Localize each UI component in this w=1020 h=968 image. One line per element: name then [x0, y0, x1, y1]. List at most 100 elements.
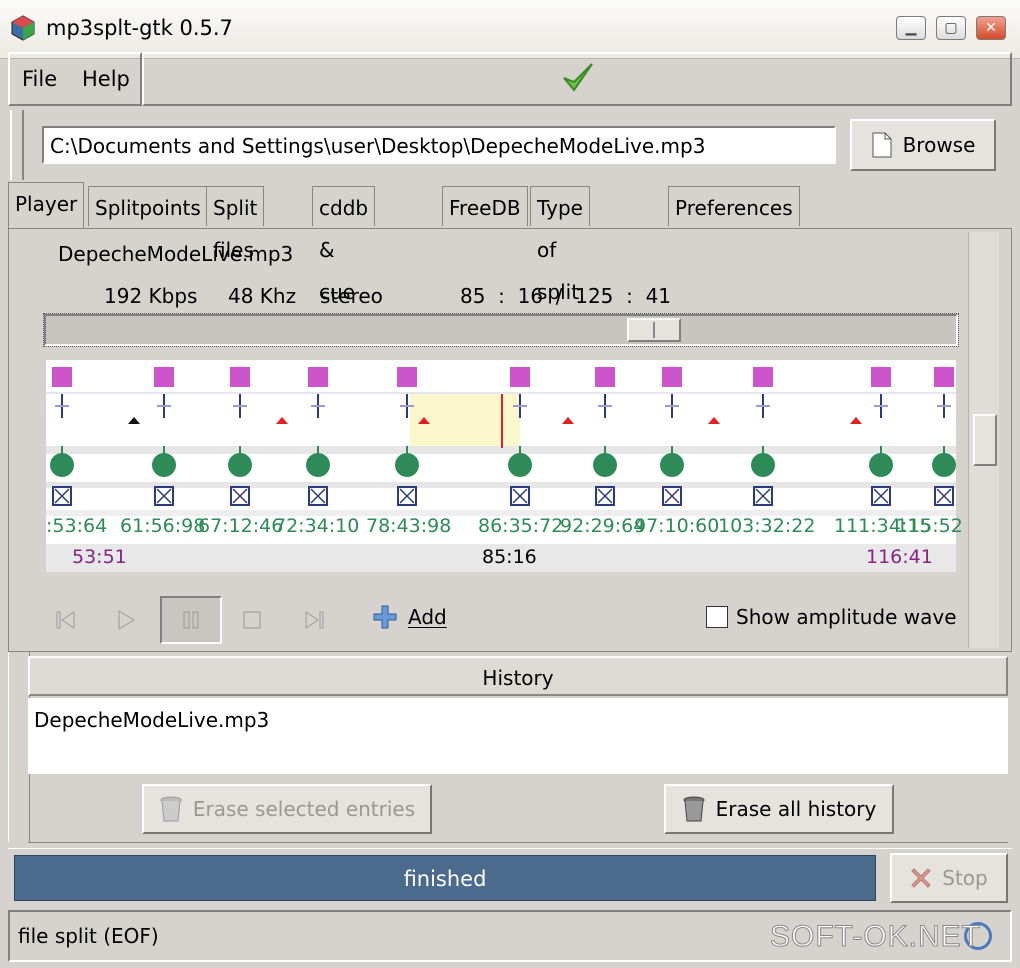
splitpoint-delete[interactable]	[595, 486, 615, 506]
splitpoint-delete[interactable]	[934, 486, 954, 506]
checkmark-icon	[563, 63, 593, 92]
pause-button[interactable]	[160, 596, 222, 644]
title-bar: mp3splt-gtk 0.5.7 ▁ ▢ ✕	[0, 0, 1020, 59]
handle-bar[interactable]	[10, 110, 24, 180]
splitpoint-handle[interactable]	[510, 367, 530, 387]
splitpoint-dot[interactable]	[869, 453, 893, 477]
splitpoint-dot[interactable]	[50, 453, 74, 477]
minimize-button[interactable]: ▁	[896, 16, 926, 40]
scrollbar-thumb[interactable]	[973, 414, 997, 466]
splitpoint-delete[interactable]	[662, 486, 682, 506]
splitpoint-handle[interactable]	[753, 367, 773, 387]
skip-previous-icon	[56, 611, 75, 629]
seek-thumb[interactable]	[627, 318, 681, 342]
plus-icon	[373, 605, 397, 629]
splitpoint-delete[interactable]	[397, 486, 417, 506]
splitpoint-time-label: 103:32:22	[718, 515, 816, 537]
tab-cddb-cue[interactable]: cddb & cue	[312, 186, 376, 304]
window-title: mp3splt-gtk 0.5.7	[46, 16, 233, 40]
splitpoint-tick[interactable]	[937, 405, 951, 407]
seek-bar[interactable]	[43, 313, 959, 347]
player-scrollbar[interactable]	[968, 232, 999, 648]
splitpoint-time-label: 86:35:72	[478, 515, 564, 537]
splitpoint-handle[interactable]	[934, 367, 954, 387]
splitpoint-time-label: 97:10:60	[634, 515, 720, 537]
splitpoint-tick[interactable]	[55, 405, 69, 407]
next-button[interactable]	[284, 596, 344, 644]
current-time-label: 85:16	[482, 546, 537, 568]
splitpoint-dot[interactable]	[660, 453, 684, 477]
splitpoint-handle[interactable]	[308, 367, 328, 387]
play-button[interactable]	[96, 596, 156, 644]
splitpoint-dot[interactable]	[508, 453, 532, 477]
amplitude-checkbox[interactable]	[706, 606, 728, 628]
splitpoint-tick[interactable]	[756, 405, 770, 407]
splitpoint-time-label: 72:34:10	[274, 515, 360, 537]
document-icon	[872, 132, 892, 158]
tab-split-files[interactable]: Split files	[206, 186, 265, 262]
add-splitpoint-button[interactable]: Add	[372, 604, 447, 630]
tab-splitpoints[interactable]: Splitpoints	[88, 186, 208, 226]
splitpoint-tick[interactable]	[513, 405, 527, 407]
splitpoint-delete[interactable]	[753, 486, 773, 506]
splitpoint-handle[interactable]	[154, 367, 174, 387]
erase-all-label: Erase all history	[715, 797, 877, 821]
splitpoint-dot[interactable]	[395, 453, 419, 477]
maximize-button[interactable]: ▢	[936, 16, 966, 40]
erase-all-history-button[interactable]: Erase all history	[664, 784, 894, 834]
amplitude-label: Show amplitude wave	[736, 605, 957, 629]
splitpoint-tick[interactable]	[400, 405, 414, 407]
menu-help[interactable]: Help	[82, 67, 130, 91]
erase-selected-button[interactable]: Erase selected entries	[142, 784, 432, 834]
browse-button[interactable]: Browse	[850, 119, 996, 171]
splitpoint-tick[interactable]	[874, 405, 888, 407]
history-header[interactable]: History	[28, 656, 1008, 696]
splitpoint-handle[interactable]	[230, 367, 250, 387]
splitpoint-delete[interactable]	[230, 486, 250, 506]
splitpoint-handle[interactable]	[397, 367, 417, 387]
status-text: file split (EOF)	[18, 924, 159, 948]
app-icon	[11, 15, 35, 41]
splitpoint-delete[interactable]	[52, 486, 72, 506]
file-path-input[interactable]: C:\Documents and Settings\user\Desktop\D…	[42, 126, 836, 164]
splitpoints-timeline[interactable]: 53:51 85:16 116:41 :53:64 61:56:98 67:12:4…	[46, 360, 963, 572]
splitpoint-tick[interactable]	[233, 405, 247, 407]
splitpoint-dot[interactable]	[152, 453, 176, 477]
stop-button[interactable]: Stop	[890, 853, 1008, 903]
splitpoint-tick[interactable]	[311, 405, 325, 407]
splitpoint-tick[interactable]	[598, 405, 612, 407]
splitpoint-handle[interactable]	[595, 367, 615, 387]
menu-file[interactable]: File	[22, 67, 57, 91]
previous-button[interactable]	[36, 596, 96, 644]
player-filename: DepecheModeLive.mp3	[58, 242, 294, 266]
splitpoint-delete[interactable]	[308, 486, 328, 506]
stop-play-button[interactable]	[222, 596, 282, 644]
tab-player[interactable]: Player	[8, 182, 85, 228]
splitpoint-handle[interactable]	[52, 367, 72, 387]
splitpoint-delete[interactable]	[510, 486, 530, 506]
splitpoint-dot[interactable]	[228, 453, 252, 477]
play-icon	[118, 610, 135, 630]
stop-label: Stop	[942, 866, 988, 890]
splitpoint-delete[interactable]	[871, 486, 891, 506]
splitpoint-dot[interactable]	[306, 453, 330, 477]
splitpoint-handle[interactable]	[662, 367, 682, 387]
watermark: SOFT-OK.NET	[769, 920, 982, 954]
pause-icon	[183, 611, 199, 629]
tab-freedb[interactable]: FreeDB	[442, 186, 528, 226]
segment-marker	[708, 417, 720, 424]
tab-type-of-split[interactable]: Type of split	[530, 186, 590, 304]
splitpoint-tick[interactable]	[665, 405, 679, 407]
close-button[interactable]: ✕	[976, 16, 1006, 40]
bitrate-label: 192 Kbps	[104, 284, 198, 308]
splitpoint-delete[interactable]	[154, 486, 174, 506]
splitpoint-dot[interactable]	[593, 453, 617, 477]
splitpoint-handle[interactable]	[871, 367, 891, 387]
skip-next-icon	[305, 611, 324, 629]
splitpoint-dot[interactable]	[751, 453, 775, 477]
splitpoint-dot[interactable]	[932, 453, 956, 477]
splitpoint-tick[interactable]	[157, 405, 171, 407]
history-entry[interactable]: DepecheModeLive.mp3	[34, 708, 269, 732]
splitpoint-time-label: 115:52	[896, 515, 963, 537]
tab-preferences[interactable]: Preferences	[668, 186, 800, 226]
